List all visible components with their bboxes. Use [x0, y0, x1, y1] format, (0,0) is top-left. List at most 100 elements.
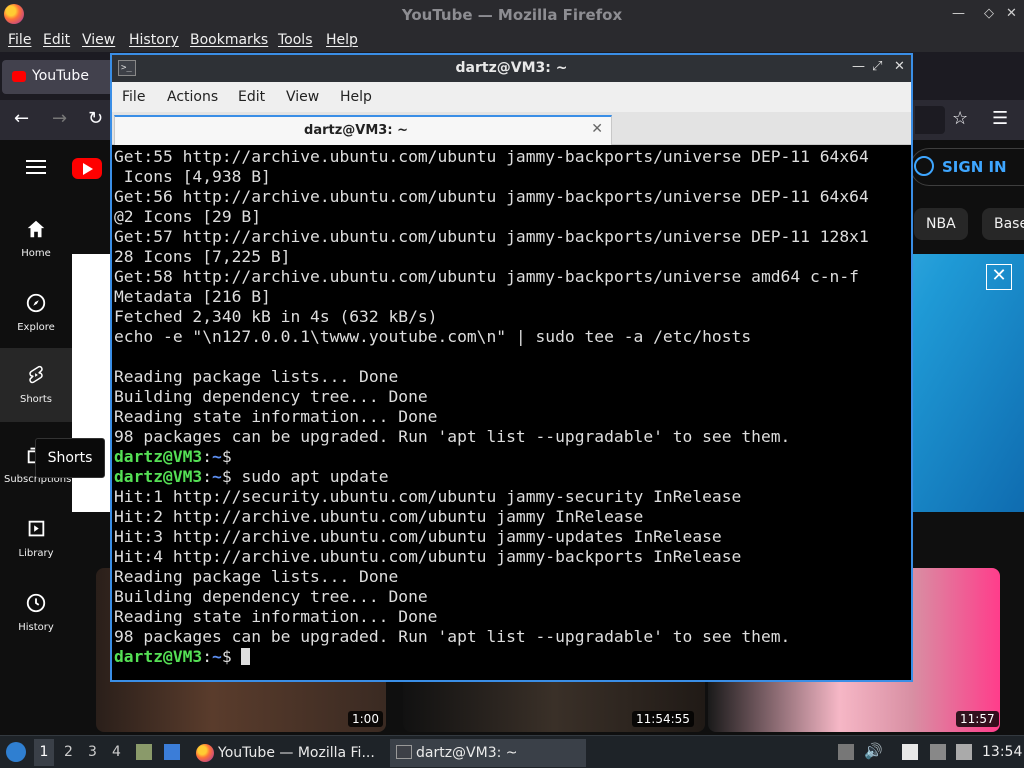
- back-icon[interactable]: ←: [14, 108, 29, 129]
- sidebar-item-library[interactable]: Library: [0, 510, 72, 584]
- prompt-path: ~: [212, 467, 222, 486]
- workspace-4[interactable]: 4: [112, 744, 121, 760]
- youtube-logo-icon[interactable]: [72, 158, 102, 179]
- youtube-favicon-icon: [12, 71, 26, 82]
- shorts-tooltip: Shorts: [35, 438, 105, 478]
- video-duration: 11:54:55: [632, 711, 694, 727]
- desktop-icon[interactable]: [164, 744, 180, 760]
- terminal-task-icon: [396, 745, 412, 759]
- menu-view[interactable]: View: [82, 32, 115, 48]
- network-tray-icon[interactable]: [838, 744, 854, 760]
- close-icon[interactable]: ✕: [1006, 6, 1017, 21]
- prompt-user: dartz@VM3: [114, 467, 203, 486]
- terminal-line: Get:57 http://archive.ubuntu.com/ubuntu …: [114, 227, 869, 246]
- terminal-line: dartz@VM3:~$: [114, 647, 909, 667]
- menu-edit[interactable]: Edit: [43, 32, 70, 48]
- maximize-icon[interactable]: ⤢: [872, 59, 882, 74]
- prompt-separator: :: [202, 467, 213, 486]
- video-duration: 11:57: [956, 711, 999, 727]
- sidebar-item-label: Explore: [17, 322, 55, 333]
- terminal-line: 98 packages can be upgraded. Run 'apt li…: [114, 427, 791, 446]
- workspace-1[interactable]: 1: [34, 739, 54, 766]
- terminal-window[interactable]: >_ dartz@VM3: ~ — ⤢ ✕ File Actions Edit …: [110, 53, 913, 682]
- sidebar-item-label: Home: [21, 248, 51, 259]
- hamburger-menu-icon[interactable]: [26, 160, 46, 174]
- prompt-symbol: $: [221, 647, 232, 666]
- prompt-symbol: $: [221, 467, 232, 486]
- menu-file[interactable]: File: [8, 32, 31, 48]
- sign-in-label: SIGN IN: [942, 158, 1007, 176]
- terminal-line: Building dependency tree... Done: [114, 387, 428, 406]
- terminal-window-title: dartz@VM3: ~: [455, 60, 568, 76]
- task-terminal[interactable]: dartz@VM3: ~: [390, 739, 586, 767]
- terminal-line: Fetched 2,340 kB in 4s (632 kB/s): [114, 307, 438, 326]
- clipboard-icon[interactable]: [902, 744, 918, 760]
- forward-icon[interactable]: →: [52, 108, 67, 129]
- minimize-icon[interactable]: —: [952, 6, 965, 21]
- terminal-output[interactable]: Get:55 http://archive.ubuntu.com/ubuntu …: [114, 147, 909, 679]
- clock: 13:54: [982, 744, 1023, 760]
- terminal-tab[interactable]: dartz@VM3: ~ ✕: [114, 115, 612, 145]
- reload-icon[interactable]: ↻: [88, 108, 103, 129]
- chip-nba[interactable]: NBA: [914, 208, 968, 240]
- workspace-2[interactable]: 2: [64, 744, 73, 760]
- workspace-3[interactable]: 3: [88, 744, 97, 760]
- file-manager-icon[interactable]: [136, 744, 152, 760]
- maximize-icon[interactable]: ◇: [984, 6, 994, 21]
- menu-tools[interactable]: Tools: [278, 32, 313, 48]
- display-icon[interactable]: [930, 744, 946, 760]
- terminal-line: Hit:3 http://archive.ubuntu.com/ubuntu j…: [114, 527, 722, 546]
- terminal-menu-actions[interactable]: Actions: [167, 89, 218, 105]
- terminal-tab-label: dartz@VM3: ~: [304, 123, 408, 138]
- command-text: sudo apt update: [231, 467, 389, 486]
- banner-close-button[interactable]: ✕: [986, 264, 1012, 290]
- terminal-menu-view[interactable]: View: [286, 89, 319, 105]
- task-firefox[interactable]: YouTube — Mozilla Fi...: [192, 739, 384, 767]
- volume-icon[interactable]: 🔊: [864, 742, 883, 760]
- video-duration: 1:00: [348, 711, 383, 727]
- task-label: YouTube — Mozilla Fi...: [218, 745, 375, 761]
- terminal-line: Reading package lists... Done: [114, 567, 399, 586]
- terminal-line: 28 Icons [7,225 B]: [114, 247, 291, 266]
- library-icon: [28, 520, 45, 537]
- firefox-task-icon: [196, 744, 214, 762]
- start-menu-icon[interactable]: [6, 742, 26, 762]
- minimize-icon[interactable]: —: [852, 59, 865, 74]
- menu-history[interactable]: History: [129, 32, 179, 48]
- firefox-menubar: File Edit View History Bookmarks Tools H…: [0, 30, 1024, 52]
- terminal-line: Reading package lists... Done: [114, 367, 399, 386]
- sidebar-item-explore[interactable]: Explore: [0, 284, 72, 358]
- home-icon: [27, 220, 45, 238]
- terminal-line: echo -e "\n127.0.0.1\twww.youtube.com\n"…: [114, 327, 752, 346]
- terminal-line: Reading state information... Done: [114, 607, 438, 626]
- prompt-user: dartz@VM3: [114, 447, 203, 466]
- terminal-line: 98 packages can be upgraded. Run 'apt li…: [114, 627, 791, 646]
- terminal-line: Get:55 http://archive.ubuntu.com/ubuntu …: [114, 147, 869, 166]
- sidebar-item-label: History: [18, 622, 54, 633]
- terminal-line: dartz@VM3:~$ sudo apt update: [114, 467, 909, 487]
- terminal-line: Hit:2 http://archive.ubuntu.com/ubuntu j…: [114, 507, 644, 526]
- chip-base[interactable]: Base: [982, 208, 1024, 240]
- prompt-user: dartz@VM3: [114, 647, 203, 666]
- app-menu-icon[interactable]: ☰: [992, 108, 1008, 129]
- tab-close-icon[interactable]: ✕: [591, 121, 603, 137]
- sidebar-item-home[interactable]: Home: [0, 210, 72, 284]
- prompt-path: ~: [212, 647, 222, 666]
- menu-help[interactable]: Help: [326, 32, 358, 48]
- terminal-titlebar[interactable]: >_ dartz@VM3: ~ — ⤢ ✕: [112, 55, 911, 82]
- terminal-menu-edit[interactable]: Edit: [238, 89, 265, 105]
- bookmark-star-icon[interactable]: ☆: [952, 108, 968, 129]
- taskbar: 1 2 3 4 YouTube — Mozilla Fi... dartz@VM…: [0, 735, 1024, 768]
- account-icon: [914, 156, 934, 176]
- terminal-menu-file[interactable]: File: [122, 89, 145, 105]
- terminal-menu-help[interactable]: Help: [340, 89, 372, 105]
- menu-bookmarks[interactable]: Bookmarks: [190, 32, 268, 48]
- close-icon[interactable]: ✕: [894, 59, 905, 74]
- lan-icon[interactable]: [956, 744, 972, 760]
- url-bar[interactable]: [915, 106, 945, 134]
- sidebar-item-shorts[interactable]: Shorts: [0, 348, 72, 422]
- sidebar-item-history[interactable]: History: [0, 584, 72, 658]
- tab-youtube[interactable]: YouTube: [2, 60, 114, 94]
- command-text: [232, 647, 242, 666]
